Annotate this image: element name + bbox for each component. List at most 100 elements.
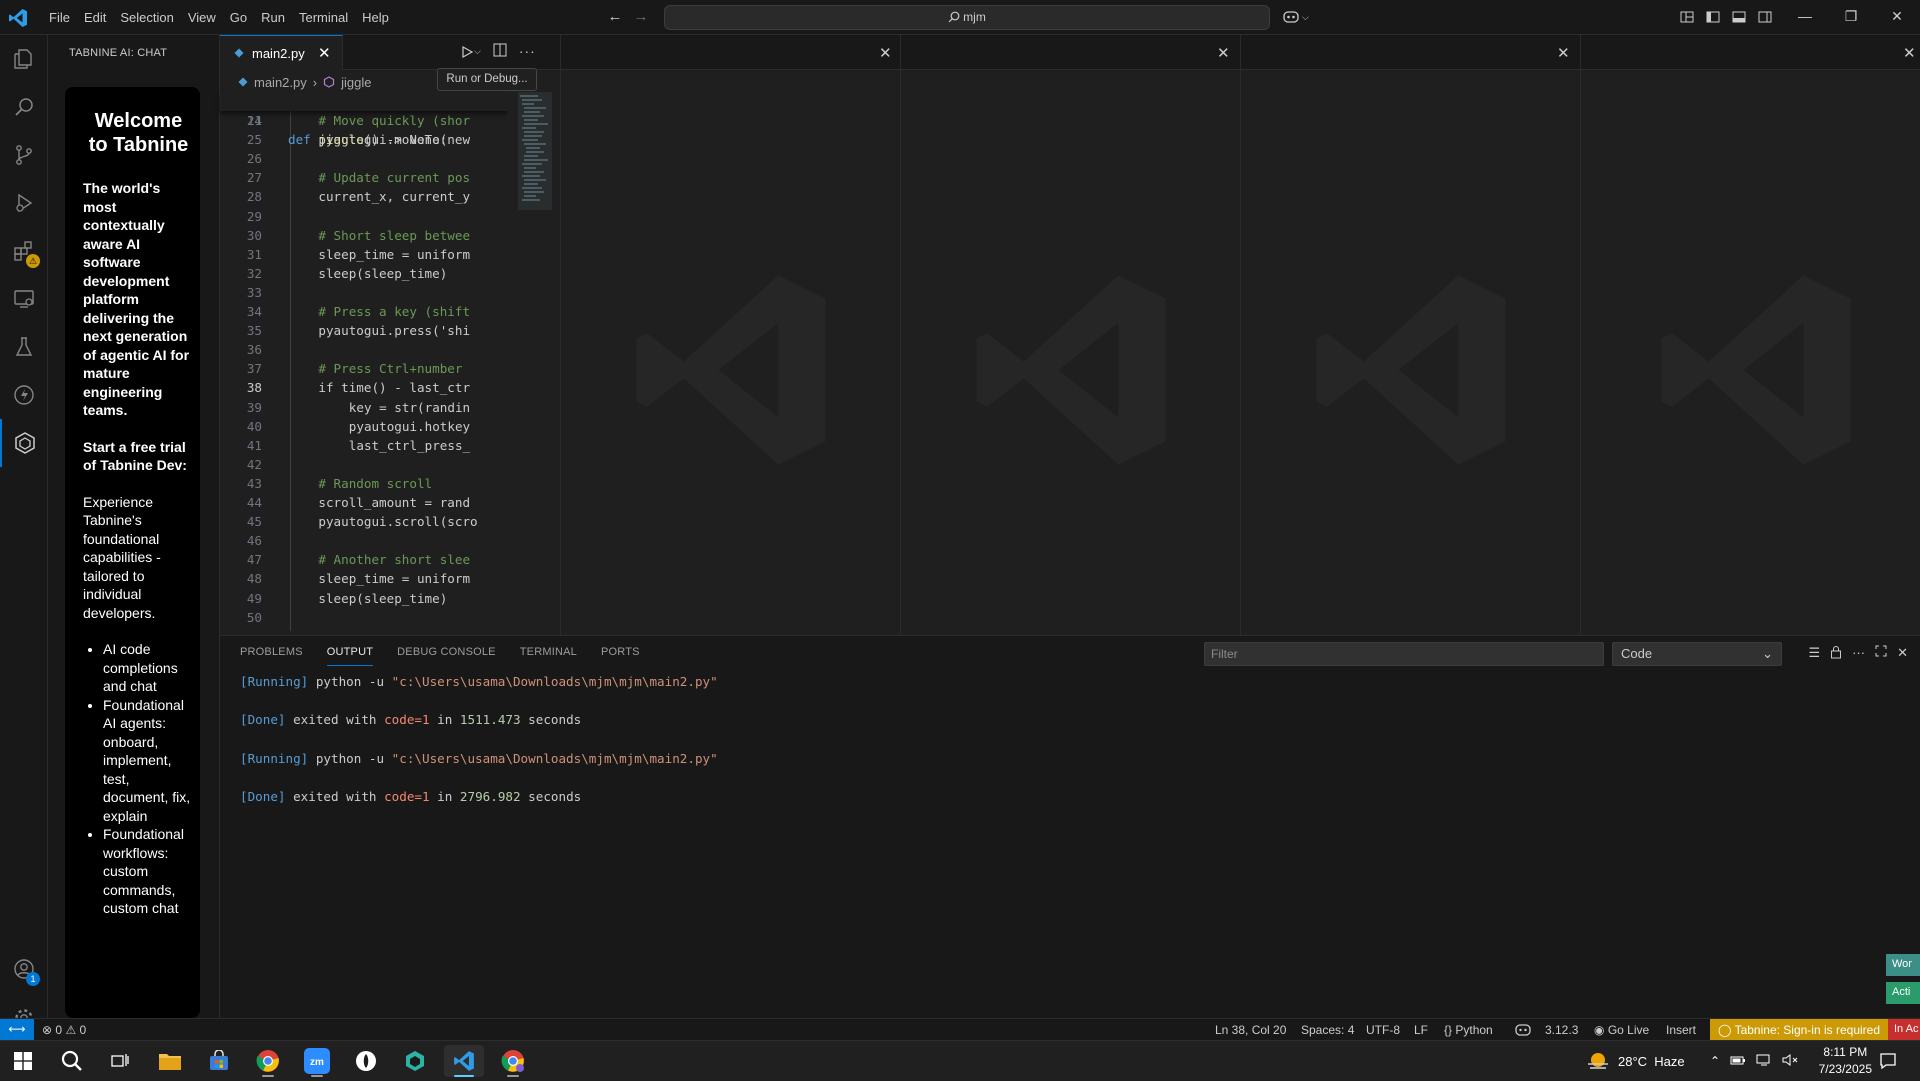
more-actions-icon[interactable]: ··· <box>1852 645 1865 662</box>
code-text: key = str(randin <box>348 399 471 415</box>
accounts-icon[interactable]: 1 <box>0 945 48 993</box>
output-filter-input[interactable]: Filter <box>1204 642 1604 666</box>
menu-terminal[interactable]: Terminal <box>292 0 355 35</box>
close-icon[interactable]: ✕ <box>318 44 331 62</box>
extensions-icon[interactable]: ⚠ <box>0 227 48 275</box>
toggle-primary-sidebar-icon[interactable] <box>1702 6 1724 28</box>
toggle-panel-icon[interactable] <box>1728 6 1750 28</box>
tabnine-status[interactable]: ◯ Tabnine: Sign-in is required <box>1710 1019 1888 1041</box>
tabnine-icon[interactable] <box>0 419 48 467</box>
tab-problems[interactable]: PROBLEMS <box>240 646 303 666</box>
minimap[interactable] <box>508 92 560 635</box>
zoom-icon[interactable]: zm <box>297 1045 337 1077</box>
battery-icon[interactable] <box>1730 1054 1746 1069</box>
tab-terminal[interactable]: TERMINAL <box>520 646 577 666</box>
source-control-icon[interactable] <box>0 131 48 179</box>
breadcrumb-symbol[interactable]: jiggle <box>341 75 371 90</box>
close-icon[interactable]: ✕ <box>1217 44 1230 62</box>
copilot-status-icon[interactable] <box>1515 1023 1531 1040</box>
output-secs: 2796.982 <box>459 789 521 805</box>
tab-output[interactable]: OUTPUT <box>326 646 374 666</box>
language-label: Python <box>1455 1023 1493 1037</box>
split-editor-icon[interactable] <box>493 43 507 60</box>
go-live-button[interactable]: ◉ Go Live <box>1594 1023 1649 1037</box>
indentation[interactable]: Spaces: 4 <box>1301 1023 1354 1037</box>
side-notification[interactable]: Acti <box>1886 982 1920 1004</box>
network-icon[interactable] <box>1756 1053 1772 1070</box>
output-log[interactable]: [Running] python -u "c:\Users\usama\Down… <box>240 672 718 806</box>
more-actions-icon[interactable]: ··· <box>519 43 536 60</box>
toggle-secondary-sidebar-icon[interactable] <box>1754 6 1776 28</box>
sticky-scroll-line[interactable]: 11 def jiggle() -> None: <box>220 92 508 147</box>
minimap-preview <box>518 92 558 313</box>
tab-debug-console[interactable]: DEBUG CONSOLE <box>397 646 496 666</box>
menu-view[interactable]: View <box>181 0 223 35</box>
menu-selection[interactable]: Selection <box>113 0 180 35</box>
weather-widget[interactable]: 28°C Haze <box>1586 1041 1685 1081</box>
file-explorer-icon[interactable] <box>150 1045 190 1077</box>
windows-start-icon[interactable] <box>3 1045 43 1077</box>
tab-main2-py[interactable]: main2.py ✕ <box>220 35 343 70</box>
testing-icon[interactable] <box>0 323 48 371</box>
side-notification[interactable]: Wor <box>1886 954 1920 976</box>
explorer-icon[interactable] <box>0 35 48 83</box>
language-mode[interactable]: {} Python <box>1444 1023 1493 1037</box>
output-channel-select[interactable]: Code ⌄ <box>1612 642 1782 666</box>
app-icon[interactable] <box>346 1045 386 1077</box>
breadcrumb-file[interactable]: main2.py <box>254 75 307 90</box>
close-icon[interactable]: ✕ <box>879 44 892 62</box>
line-number: 49 <box>246 590 262 606</box>
run-button[interactable]: ⌵ <box>460 43 481 60</box>
menu-go[interactable]: Go <box>223 0 254 35</box>
line-ending[interactable]: LF <box>1414 1023 1428 1037</box>
close-window-icon[interactable]: ✕ <box>1874 0 1920 35</box>
encoding[interactable]: UTF-8 <box>1366 1023 1400 1037</box>
chrome-icon[interactable] <box>248 1045 288 1077</box>
microsoft-store-icon[interactable] <box>199 1045 239 1077</box>
copilot-menu[interactable]: ⌵ <box>1282 6 1309 28</box>
volume-muted-icon[interactable] <box>1782 1053 1798 1070</box>
vscode-logo-icon[interactable] <box>8 8 28 28</box>
close-icon[interactable]: ✕ <box>1557 44 1570 62</box>
indent-guide <box>290 111 291 631</box>
close-icon[interactable]: ✕ <box>1903 44 1916 62</box>
notifications-icon[interactable] <box>1868 1045 1908 1077</box>
status-alert[interactable]: In Ac <box>1888 1019 1920 1041</box>
menu-edit[interactable]: Edit <box>77 0 113 35</box>
chevron-up-icon[interactable]: ⌃ <box>1710 1054 1720 1068</box>
maximize-panel-icon[interactable] <box>1875 645 1887 662</box>
taskbar-search-icon[interactable] <box>52 1045 92 1077</box>
back-arrow-icon[interactable]: ← <box>606 8 624 26</box>
remote-explorer-icon[interactable] <box>0 275 48 323</box>
output-mid: in <box>429 712 460 728</box>
clock[interactable]: 8:11 PM 7/23/2025 <box>1819 1044 1872 1078</box>
run-debug-icon[interactable] <box>0 179 48 227</box>
chrome-profile-icon[interactable] <box>493 1045 533 1077</box>
edit-mode[interactable]: Insert <box>1666 1023 1696 1037</box>
vscode-taskbar-icon[interactable] <box>444 1045 484 1077</box>
app-icon[interactable] <box>395 1045 435 1077</box>
forward-arrow-icon[interactable]: → <box>632 8 650 26</box>
minimize-icon[interactable]: — <box>1782 0 1828 35</box>
clear-output-icon[interactable]: ☰ <box>1808 645 1820 662</box>
problems-status[interactable]: ⊗ 0 ⚠ 0 <box>42 1023 86 1037</box>
menu-file[interactable]: File <box>42 0 77 35</box>
task-view-icon[interactable] <box>100 1045 140 1077</box>
customize-layout-icon[interactable] <box>1676 6 1698 28</box>
tab-ports[interactable]: PORTS <box>601 646 640 666</box>
menu-run[interactable]: Run <box>254 0 292 35</box>
lightning-icon[interactable] <box>0 371 48 419</box>
close-icon[interactable]: ✕ <box>1897 645 1908 662</box>
code-editor[interactable]: 24 # Move quickly (shor 25 pyautogui.moveTo… <box>220 92 508 635</box>
menu-help[interactable]: Help <box>355 0 396 35</box>
lock-scroll-icon[interactable] <box>1830 645 1842 662</box>
cursor-position[interactable]: Ln 38, Col 20 <box>1215 1023 1286 1037</box>
python-version[interactable]: 3.12.3 <box>1545 1023 1578 1037</box>
tabs-bar <box>1581 35 1920 70</box>
command-center[interactable]: mjm <box>664 5 1270 30</box>
restore-icon[interactable]: ❐ <box>1828 0 1874 35</box>
search-view-icon[interactable] <box>0 83 48 131</box>
remote-indicator-icon[interactable]: ⟷ <box>0 1019 34 1041</box>
output-tag: [Running] <box>240 750 309 766</box>
copilot-icon <box>1283 11 1299 23</box>
